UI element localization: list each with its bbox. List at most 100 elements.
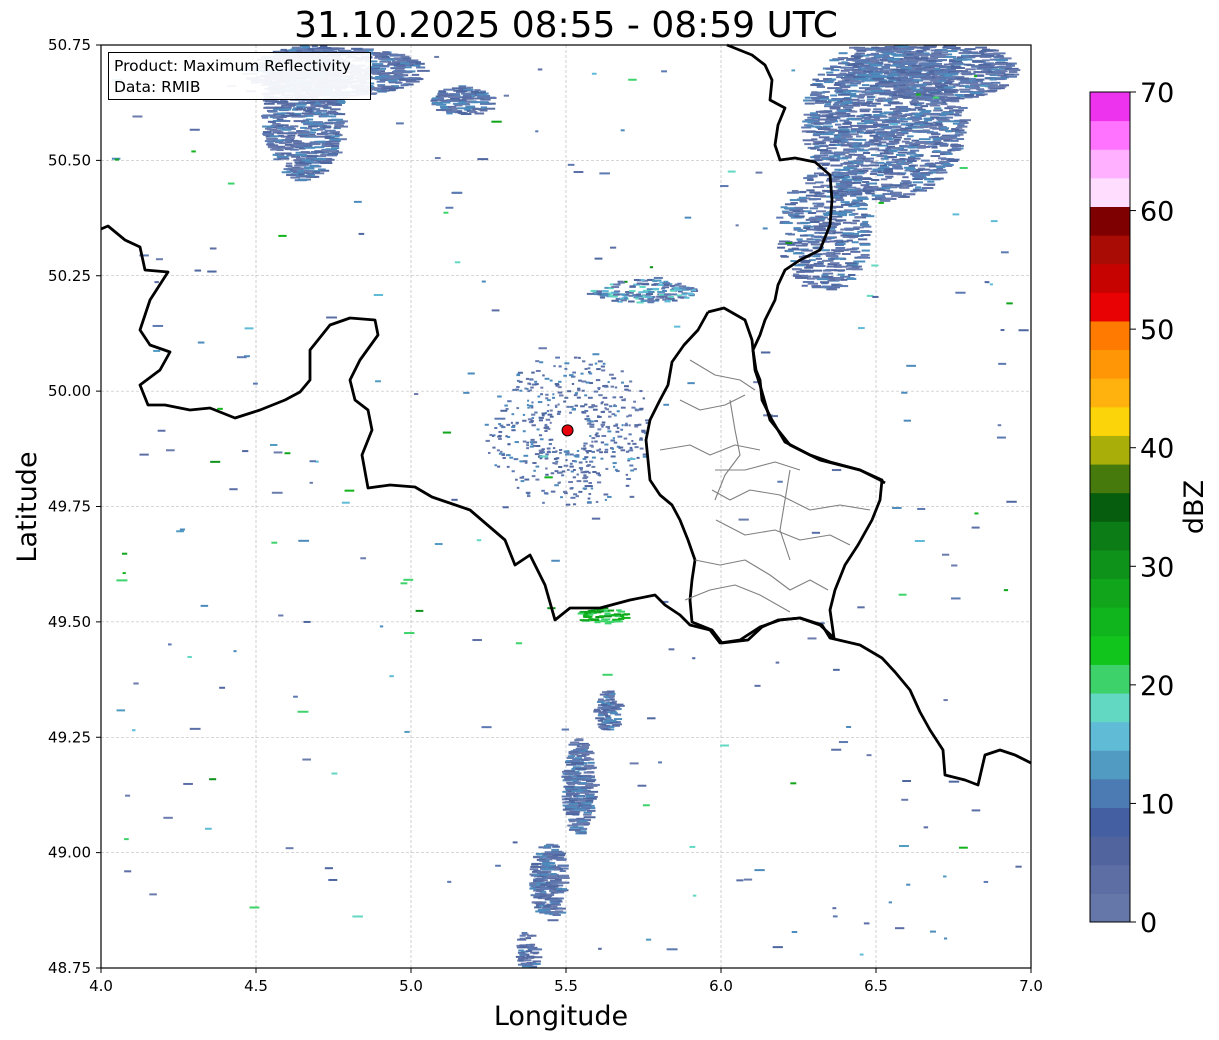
echo-cell — [573, 772, 582, 775]
echo-cell — [554, 484, 559, 487]
echo-cell — [629, 446, 633, 449]
echo-cell — [979, 84, 989, 87]
echo-cell — [623, 437, 628, 440]
echo-cell — [885, 147, 892, 150]
echo-cell — [863, 113, 872, 116]
echo-cell — [845, 193, 853, 196]
echo-cell — [804, 210, 812, 213]
echo-cell — [605, 715, 611, 718]
echo-cell — [903, 419, 911, 422]
echo-cell — [588, 406, 594, 409]
echo-cell — [544, 426, 550, 429]
echo-cell — [860, 104, 871, 107]
echo-cell — [262, 131, 272, 134]
echo-cell — [1018, 329, 1029, 332]
echo-cell — [511, 413, 515, 416]
echo-cell — [264, 100, 275, 103]
echo-cell — [601, 434, 607, 437]
echo-cell — [608, 405, 613, 408]
echo-cell — [854, 153, 864, 156]
echo-cell — [840, 135, 853, 138]
echo-cell — [647, 290, 655, 293]
echo-cell — [932, 169, 939, 172]
echo-cell — [296, 107, 304, 110]
echo-cell — [813, 205, 823, 208]
echo-cell — [494, 464, 498, 467]
echo-cell — [539, 859, 546, 862]
echo-cell — [552, 866, 560, 869]
echo-cell — [781, 255, 789, 258]
echo-cell — [569, 820, 576, 823]
echo-cell — [494, 427, 498, 430]
echo-cell — [913, 188, 920, 191]
echo-cell — [532, 441, 536, 444]
echo-cell — [417, 69, 430, 72]
echo-cell — [965, 82, 975, 85]
echo-cell — [943, 90, 956, 93]
figure-title: 31.10.2025 08:55 - 08:59 UTC — [294, 5, 838, 46]
echo-cell — [825, 67, 834, 70]
echo-cell — [850, 172, 857, 175]
echo-cell — [687, 382, 695, 385]
echo-cell — [522, 419, 527, 422]
echo-cell — [387, 79, 398, 82]
echo-cell — [929, 124, 937, 127]
echo-cell — [647, 278, 653, 281]
echo-cell — [772, 946, 783, 949]
echo-cell — [571, 408, 576, 411]
echo-cell — [814, 195, 826, 198]
echo-cell — [987, 52, 1000, 55]
echo-cell — [274, 106, 284, 109]
echo-cell — [309, 460, 316, 463]
echo-cell — [607, 720, 617, 723]
echo-cell — [597, 719, 604, 722]
echo-cell — [872, 77, 885, 80]
echo-cell — [481, 280, 486, 283]
echo-cell — [833, 176, 845, 179]
echo-cell — [521, 931, 528, 934]
echo-cell — [923, 142, 935, 145]
echo-cell — [415, 609, 424, 612]
echo-cell — [320, 115, 329, 118]
echo-cell — [521, 475, 525, 478]
echo-cell — [522, 430, 526, 433]
echo-cell — [604, 498, 607, 501]
echo-cell — [844, 100, 853, 103]
echo-cell — [542, 374, 545, 377]
echo-cell — [661, 70, 667, 73]
echo-cell — [658, 761, 663, 764]
echo-cell — [817, 149, 828, 152]
echo-cell — [743, 878, 753, 881]
echo-cell — [873, 137, 883, 140]
echo-cell — [645, 421, 649, 424]
echo-cell — [603, 451, 609, 454]
echo-cell — [859, 953, 864, 956]
echo-cell — [276, 145, 286, 148]
echo-cell — [601, 425, 604, 428]
echo-cell — [847, 165, 857, 168]
echo-cell — [252, 382, 258, 385]
echo-cell — [629, 380, 633, 383]
echo-cell — [820, 152, 829, 155]
echo-cell — [800, 221, 811, 224]
echo-cell — [782, 222, 793, 225]
echo-cell — [588, 482, 592, 485]
echo-cell — [565, 459, 568, 462]
echo-cell — [864, 66, 878, 69]
echo-cell — [477, 95, 487, 98]
echo-cell — [491, 120, 502, 123]
echo-cell — [914, 141, 925, 144]
echo-cell — [309, 481, 313, 484]
echo-cell — [537, 401, 543, 404]
echo-cell — [837, 285, 849, 288]
echo-cell — [629, 762, 639, 765]
echo-cell — [505, 435, 508, 438]
echo-cell — [555, 460, 559, 463]
echo-cell — [298, 132, 311, 135]
echo-cell — [829, 107, 841, 110]
echo-cell — [866, 98, 875, 101]
echo-cell — [378, 57, 387, 60]
echo-cell — [613, 441, 618, 444]
echo-cell — [434, 157, 441, 160]
echo-cell — [607, 430, 612, 433]
